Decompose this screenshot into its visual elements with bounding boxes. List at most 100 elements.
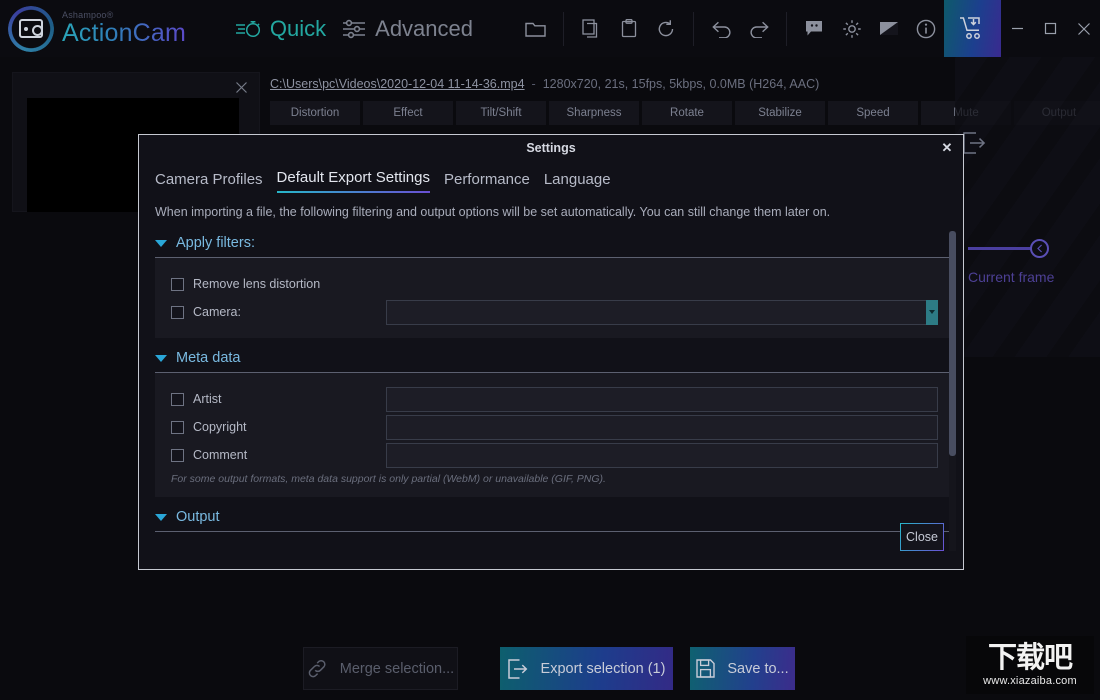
dialog-title-bar: Settings ✕ [139, 135, 963, 161]
open-folder-button[interactable] [517, 10, 554, 47]
dialog-close-icon[interactable]: ✕ [937, 138, 957, 158]
row-copyright: Copyright [155, 413, 949, 441]
app-brand: Ashampoo® ActionCam [0, 5, 219, 52]
checkbox-camera[interactable] [171, 305, 184, 319]
dialog-scrollbar[interactable] [949, 231, 956, 551]
copy-button[interactable] [573, 10, 610, 47]
buy-cart-button[interactable] [944, 0, 1001, 57]
video-tab-speed[interactable]: Speed [828, 101, 918, 125]
label-comment: Comment [193, 448, 248, 462]
theme-button[interactable] [870, 10, 907, 47]
video-tab-tiltshift[interactable]: Tilt/Shift [456, 101, 546, 125]
section-title-meta-data: Meta data [176, 350, 241, 366]
chevron-left-icon [1036, 244, 1042, 253]
mode-quick-button[interactable]: Quick [235, 16, 326, 42]
preview-side-panel: Current frame [955, 57, 1100, 637]
window-maximize-button[interactable] [1034, 0, 1067, 57]
mode-advanced-button[interactable]: Advanced [342, 16, 473, 42]
camera-combo-input[interactable] [386, 299, 938, 325]
link-icon [308, 659, 326, 678]
video-tab-stabilize[interactable]: Stabilize [735, 101, 825, 125]
close-icon [1077, 22, 1090, 35]
feedback-button[interactable] [796, 10, 833, 47]
redo-button[interactable] [740, 10, 777, 47]
label-copyright: Copyright [193, 420, 247, 434]
artist-input[interactable] [386, 386, 938, 412]
site-watermark: 下载吧 www.xiazaiba.com [966, 636, 1094, 694]
comment-input[interactable] [386, 442, 938, 468]
video-tab-sharpness[interactable]: Sharpness [549, 101, 639, 125]
section-header-apply-filters[interactable]: Apply filters: [139, 223, 965, 257]
tab-default-export-settings[interactable]: Default Export Settings [276, 169, 430, 193]
application-window: Ashampoo® ActionCam Quick Advanced C:\Us… [0, 0, 1100, 700]
undo-button[interactable] [703, 10, 740, 47]
current-frame-label: Current frame [968, 269, 1055, 285]
maximize-icon [1044, 22, 1057, 35]
info-button[interactable] [907, 10, 944, 47]
mode-advanced-label: Advanced [375, 15, 473, 41]
dialog-close-button[interactable]: Close [900, 523, 944, 551]
label-artist: Artist [193, 392, 222, 406]
row-comment: Comment [155, 441, 949, 469]
dialog-title-label: Settings [526, 141, 576, 155]
dialog-scrollbar-thumb[interactable] [949, 231, 956, 456]
file-path-link[interactable]: C:\Users\pc\Videos\2020-12-04 11-14-36.m… [270, 77, 525, 91]
decorative-stripes [955, 57, 1100, 357]
row-artist: Artist [155, 385, 949, 413]
export-arrow-icon [507, 658, 527, 679]
folder-icon [525, 22, 546, 37]
checkbox-copyright[interactable] [171, 420, 184, 434]
stopwatch-icon [235, 20, 260, 37]
window-minimize-button[interactable] [1001, 0, 1034, 57]
panel-export-button[interactable] [963, 132, 987, 159]
chat-icon [806, 21, 822, 36]
merge-selection-button[interactable]: Merge selection... [303, 647, 458, 690]
chevron-down-icon[interactable] [926, 299, 938, 325]
meta-data-note: For some output formats, meta data suppo… [171, 473, 606, 485]
reset-button[interactable] [647, 10, 684, 47]
checkbox-remove-lens-distortion[interactable] [171, 277, 184, 291]
save-to-label: Save to... [727, 660, 789, 677]
settings-button[interactable] [833, 10, 870, 47]
section-body-apply-filters: Remove lens distortion Camera: [155, 258, 949, 338]
caret-down-icon [155, 354, 167, 362]
dialog-intro-text: When importing a file, the following fil… [155, 205, 831, 219]
camera-combo[interactable] [386, 299, 938, 325]
tab-language[interactable]: Language [544, 171, 611, 193]
save-to-button[interactable]: Save to... [690, 647, 795, 690]
copyright-input[interactable] [386, 414, 938, 440]
info-circle-icon [916, 19, 935, 38]
export-selection-button[interactable]: Export selection (1) [500, 647, 673, 690]
row-camera: Camera: [155, 298, 949, 326]
section-title-apply-filters: Apply filters: [176, 235, 255, 251]
tab-camera-profiles[interactable]: Camera Profiles [155, 171, 263, 193]
dialog-tab-strip: Camera Profiles Default Export Settings … [139, 161, 963, 193]
current-frame-slider-knob[interactable] [1030, 239, 1049, 258]
checkbox-comment[interactable] [171, 448, 184, 462]
title-bar: Ashampoo® ActionCam Quick Advanced [0, 0, 1100, 57]
section-header-meta-data[interactable]: Meta data [139, 338, 965, 372]
dialog-footer: Close [137, 515, 963, 569]
close-icon [235, 81, 247, 93]
window-close-button[interactable] [1067, 0, 1100, 57]
video-tab-effect[interactable]: Effect [363, 101, 453, 125]
checkbox-artist[interactable] [171, 392, 184, 406]
video-tab-distortion[interactable]: Distortion [270, 101, 360, 125]
caret-down-icon [155, 239, 167, 247]
video-tab-rotate[interactable]: Rotate [642, 101, 732, 125]
dialog-scroll-area: Apply filters: Remove lens distortion Ca… [139, 223, 965, 543]
export-arrow-icon [963, 132, 986, 154]
clipboard-icon [621, 19, 636, 38]
toolbar-divider [693, 11, 694, 46]
file-metadata-label: 1280x720, 21s, 15fps, 5kbps, 0.0MB (H264… [542, 77, 820, 91]
minimize-icon [1012, 27, 1023, 30]
refresh-icon [658, 19, 673, 36]
paste-button[interactable] [610, 10, 647, 47]
redo-arrow-icon [749, 21, 769, 38]
remove-video-button[interactable] [231, 77, 251, 97]
export-selection-label: Export selection (1) [540, 660, 666, 677]
undo-arrow-icon [711, 21, 731, 38]
tab-performance[interactable]: Performance [444, 171, 530, 193]
section-body-meta-data: Artist Copyright Comment For some output… [155, 373, 949, 497]
app-name-label: ActionCam [62, 19, 187, 47]
